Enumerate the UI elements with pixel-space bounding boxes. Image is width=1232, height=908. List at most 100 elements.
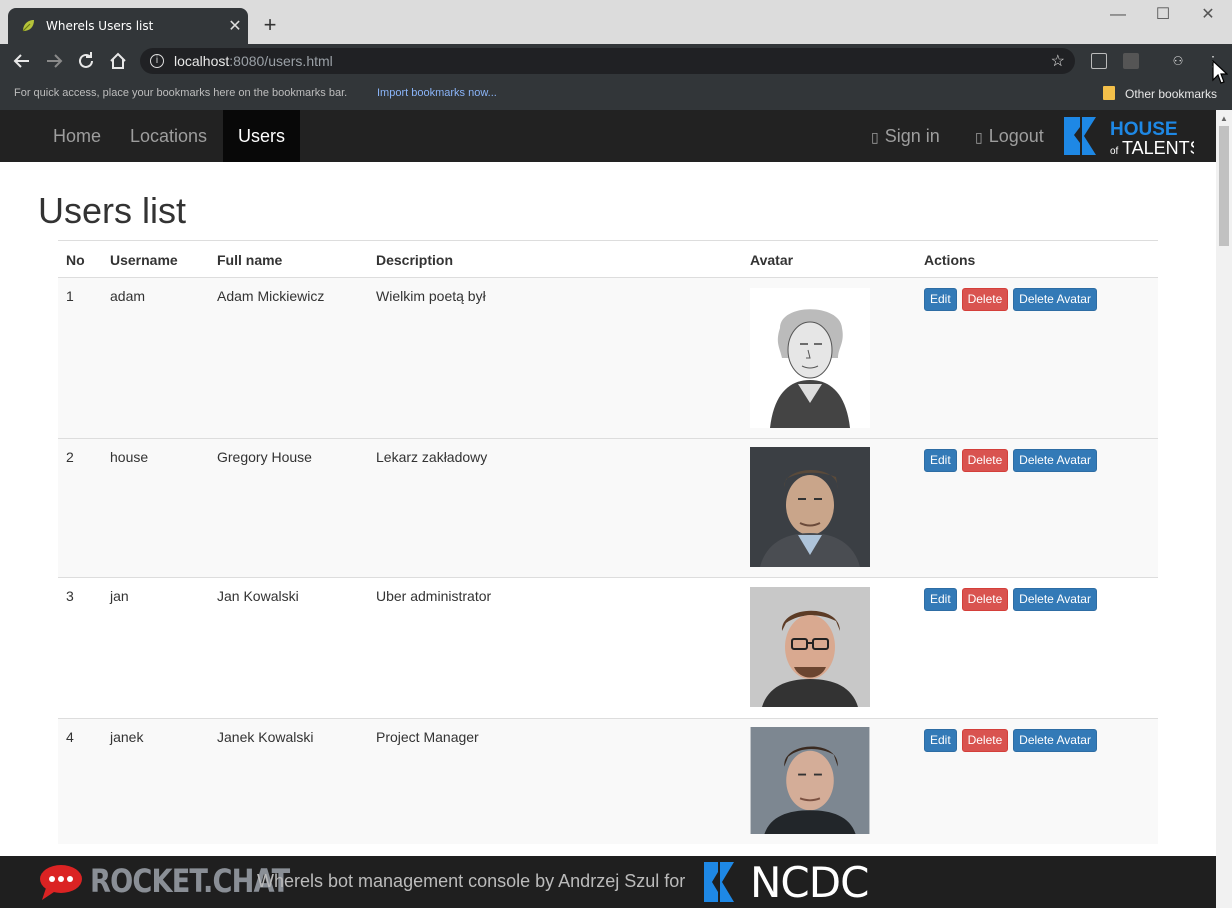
logout-icon: ▯ xyxy=(975,129,983,145)
edit-button[interactable]: Edit xyxy=(924,588,957,611)
extension-grid-icon[interactable] xyxy=(1123,53,1139,69)
url-host: localhost xyxy=(174,53,230,69)
spring-leaf-icon xyxy=(22,20,34,32)
browser-tab-strip: Wherels Users list ✕ + — ☐ ✕ xyxy=(0,0,1232,44)
table-row: 4 janek Janek Kowalski Project Manager E… xyxy=(58,718,1158,844)
edit-button[interactable]: Edit xyxy=(924,449,957,472)
logo-of-text: of xyxy=(1110,146,1119,157)
avatar-image xyxy=(750,288,870,428)
cell-full-name: Gregory House xyxy=(209,438,368,578)
scrollbar-thumb[interactable] xyxy=(1219,126,1229,246)
footer-banner: ROCKET.CHAT Wherels bot management conso… xyxy=(0,856,1216,908)
delete-avatar-button[interactable]: Delete Avatar xyxy=(1013,288,1097,311)
tab-title: Wherels Users list xyxy=(46,19,154,33)
delete-button[interactable]: Delete xyxy=(961,449,1009,472)
close-window-button[interactable]: ✕ xyxy=(1188,4,1228,26)
cell-avatar xyxy=(742,277,916,439)
column-header: Avatar xyxy=(742,240,916,278)
delete-avatar-button[interactable]: Delete Avatar xyxy=(1013,729,1097,752)
sign-in-link[interactable]: ▯ Sign in xyxy=(856,110,955,162)
cell-no: 2 xyxy=(58,438,102,578)
edit-button[interactable]: Edit xyxy=(924,288,957,311)
column-header: Description xyxy=(368,240,742,278)
ncdc-logo-icon xyxy=(704,862,734,902)
cell-username: janek xyxy=(102,718,209,844)
page-scrollbar[interactable]: ▲ xyxy=(1216,110,1232,908)
nav-locations[interactable]: Locations xyxy=(115,110,222,162)
scroll-up-icon[interactable]: ▲ xyxy=(1220,114,1228,123)
ncdc-logo-text: NCDC xyxy=(750,858,869,907)
delete-avatar-button[interactable]: Delete Avatar xyxy=(1013,588,1097,611)
browser-toolbar: i localhost:8080/users.html ☆ ⚇ ⋮ xyxy=(0,44,1232,78)
logout-link[interactable]: ▯ Logout xyxy=(960,110,1059,162)
minimize-window-button[interactable]: — xyxy=(1098,4,1138,26)
bookmarks-hint: For quick access, place your bookmarks h… xyxy=(14,87,348,99)
table-row: 2 house Gregory House Lekarz zakładowy E… xyxy=(58,438,1158,578)
delete-avatar-button[interactable]: Delete Avatar xyxy=(1013,449,1097,472)
cell-description: Uber administrator xyxy=(368,577,742,719)
extension-s-icon[interactable] xyxy=(1091,53,1107,69)
table-row: 3 jan Jan Kowalski Uber administrator Ed… xyxy=(58,577,1158,719)
delete-button[interactable]: Delete xyxy=(961,729,1009,752)
cell-username: adam xyxy=(102,277,209,439)
mouse-cursor-icon xyxy=(1212,60,1228,84)
incognito-icon[interactable]: ⚇ xyxy=(1170,53,1186,69)
avatar-image xyxy=(750,447,870,567)
cell-description: Lekarz zakładowy xyxy=(368,438,742,578)
sign-in-label: Sign in xyxy=(884,126,940,146)
cell-username: house xyxy=(102,438,209,578)
other-bookmarks[interactable]: Other bookmarks xyxy=(1125,87,1217,101)
users-table: No Username Full name Description Avatar… xyxy=(58,240,1158,844)
star-icon[interactable]: ☆ xyxy=(1051,51,1065,71)
cell-actions: Edit Delete Delete Avatar xyxy=(916,577,1158,719)
site-navbar: Home Locations Users ▯ Sign in ▯ Logout HO… xyxy=(0,110,1216,162)
nav-users[interactable]: Users xyxy=(223,110,301,162)
back-icon[interactable] xyxy=(10,49,34,73)
column-header: No xyxy=(58,240,102,278)
column-header: Actions xyxy=(916,240,1158,278)
cell-actions: Edit Delete Delete Avatar xyxy=(916,438,1158,578)
avatar-image xyxy=(750,587,870,707)
logout-label: Logout xyxy=(988,126,1044,146)
cell-description: Project Manager xyxy=(368,718,742,844)
cell-actions: Edit Delete Delete Avatar xyxy=(916,277,1158,439)
rocket-chat-icon xyxy=(40,865,82,900)
page-content: Users list No Username Full name Descrip… xyxy=(0,162,1216,856)
logo-house-text: HOUSE xyxy=(1110,119,1178,140)
url-path: :8080/users.html xyxy=(229,53,333,69)
column-header: Full name xyxy=(209,240,368,278)
cell-no: 4 xyxy=(58,718,102,844)
logo-talents-text: TALENTS xyxy=(1122,138,1194,158)
cell-avatar xyxy=(742,718,916,844)
footer-caption: Wherels bot management console by Andrze… xyxy=(257,871,686,891)
delete-button[interactable]: Delete xyxy=(961,288,1009,311)
cell-description: Wielkim poetą był xyxy=(368,277,742,439)
nav-home[interactable]: Home xyxy=(38,110,116,162)
cell-avatar xyxy=(742,577,916,719)
table-header-row: No Username Full name Description Avatar… xyxy=(58,240,1158,278)
info-icon[interactable]: i xyxy=(150,54,164,68)
user-icon: ▯ xyxy=(871,129,879,145)
column-header: Username xyxy=(102,240,209,278)
edit-button[interactable]: Edit xyxy=(924,729,957,752)
bookmarks-bar: For quick access, place your bookmarks h… xyxy=(0,78,1232,110)
address-bar[interactable]: i localhost:8080/users.html ☆ xyxy=(140,48,1075,74)
cell-actions: Edit Delete Delete Avatar xyxy=(916,718,1158,844)
cell-no: 1 xyxy=(58,277,102,439)
home-icon[interactable] xyxy=(106,49,130,73)
house-of-talents-logo[interactable]: HOUSE of TALENTS xyxy=(1062,113,1194,159)
delete-button[interactable]: Delete xyxy=(961,588,1009,611)
cell-full-name: Adam Mickiewicz xyxy=(209,277,368,439)
close-tab-icon[interactable]: ✕ xyxy=(222,16,248,36)
folder-icon xyxy=(1103,86,1115,100)
cell-username: jan xyxy=(102,577,209,719)
forward-icon[interactable] xyxy=(42,49,66,73)
new-tab-button[interactable]: + xyxy=(258,12,282,38)
cell-full-name: Jan Kowalski xyxy=(209,577,368,719)
maximize-window-button[interactable]: ☐ xyxy=(1143,4,1183,26)
avatar-image xyxy=(750,727,870,834)
browser-tab[interactable]: Wherels Users list ✕ xyxy=(8,8,248,44)
cell-avatar xyxy=(742,438,916,578)
import-bookmarks-link[interactable]: Import bookmarks now... xyxy=(377,87,497,99)
reload-icon[interactable] xyxy=(74,49,98,73)
